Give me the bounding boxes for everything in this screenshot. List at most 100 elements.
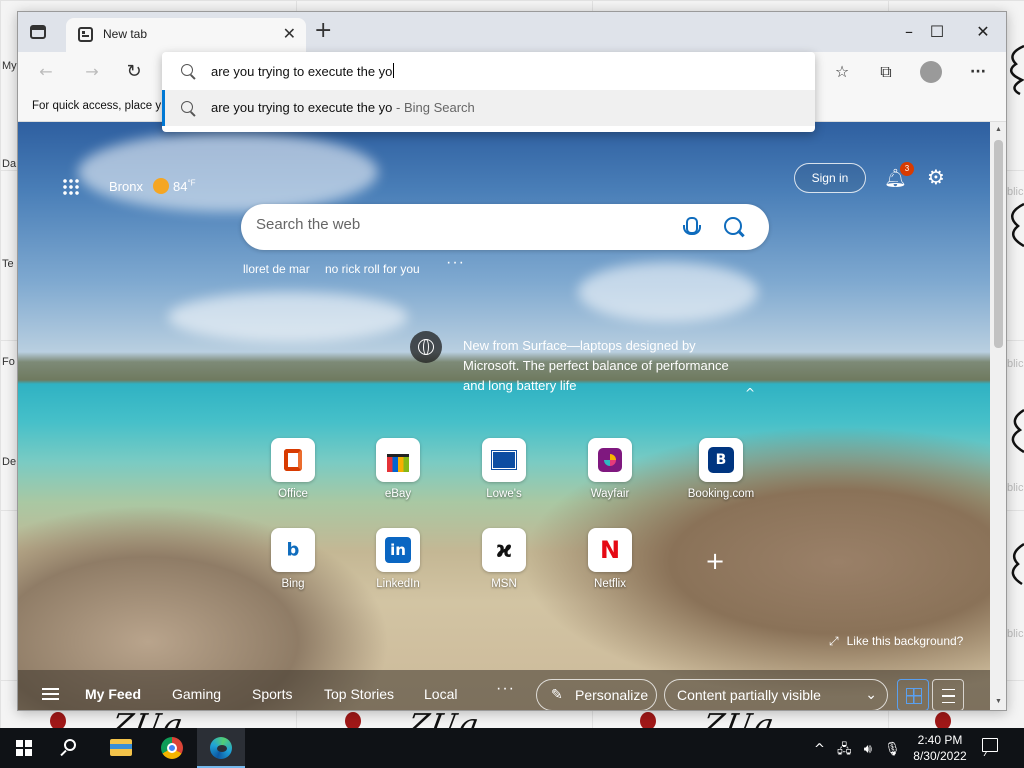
weather-location: Bronx bbox=[109, 179, 143, 194]
microphone-icon[interactable]: 🎙︎ bbox=[884, 742, 901, 757]
new-tab-page: Bronx 84°F Sign in 🔔︎3 ⚙ lloret de mar no… bbox=[18, 122, 990, 710]
zug-drawing: ZUg bbox=[108, 708, 187, 728]
tab-actions-icon[interactable] bbox=[30, 25, 46, 39]
feed-tab-my-feed[interactable]: My Feed bbox=[85, 686, 141, 702]
sign-in-button[interactable]: Sign in bbox=[794, 163, 866, 193]
stamp-drawing bbox=[640, 712, 656, 728]
feed-tab-gaming[interactable]: Gaming bbox=[172, 686, 221, 702]
close-window-icon[interactable]: ✕ bbox=[968, 20, 998, 44]
forward-arrow-icon[interactable]: → bbox=[80, 60, 104, 84]
windows-taskbar: ^ 🖧︎ 🔊︎ 🎙︎ 2:40 PM 8/30/2022 bbox=[0, 728, 1024, 768]
settings-more-icon[interactable]: ··· bbox=[966, 60, 990, 84]
web-search-box[interactable] bbox=[241, 204, 769, 250]
more-feed-tabs-icon[interactable]: ··· bbox=[496, 680, 515, 698]
background-cloud bbox=[578, 262, 758, 322]
feed-tab-sports[interactable]: Sports bbox=[252, 686, 292, 702]
content-visibility-dropdown[interactable]: Content partially visible ⌄ bbox=[664, 679, 888, 710]
promo-text[interactable]: New from Surface—laptops designed by Mic… bbox=[463, 336, 733, 396]
chrome-button[interactable] bbox=[148, 728, 196, 768]
quick-link-wayfair[interactable]: Wayfair bbox=[580, 438, 640, 500]
scroll-down-icon[interactable]: ▼ bbox=[993, 698, 1004, 705]
favorites-bar-hint: For quick access, place y bbox=[32, 100, 162, 112]
stamp-drawing bbox=[935, 712, 951, 728]
close-tab-icon[interactable]: ✕ bbox=[283, 24, 296, 44]
list-layout-icon[interactable] bbox=[932, 679, 964, 710]
minimize-icon[interactable]: – bbox=[894, 20, 924, 44]
vertical-scrollbar[interactable]: ▲ ▼ bbox=[990, 122, 1006, 710]
show-hidden-icons-chevron-icon[interactable]: ^ bbox=[814, 742, 825, 757]
like-background-label: Like this background? bbox=[846, 634, 964, 648]
clock[interactable]: 2:40 PM 8/30/2022 bbox=[910, 732, 970, 764]
desktop-label: De bbox=[2, 456, 17, 468]
background-cloud bbox=[78, 132, 378, 212]
quick-link-booking[interactable]: B Booking.com bbox=[686, 438, 756, 500]
desktop-label: Fo bbox=[2, 356, 15, 368]
address-bar-dropdown[interactable]: are you trying to execute the yo are you… bbox=[162, 52, 815, 132]
edge-browser-window: New tab ✕ + – ☐ ✕ ← → ↻ ☆ ⧉ ··· For quic… bbox=[17, 11, 1007, 711]
tab-new-tab[interactable]: New tab ✕ bbox=[66, 18, 306, 52]
content-visibility-label: Content partially visible bbox=[677, 687, 821, 703]
quick-link-label: MSN bbox=[491, 578, 517, 590]
action-center-icon[interactable] bbox=[982, 738, 998, 752]
address-bar[interactable]: are you trying to execute the yo bbox=[162, 52, 815, 90]
feed-tab-top-stories[interactable]: Top Stories bbox=[324, 686, 394, 702]
like-background-link[interactable]: ⤢ Like this background? bbox=[829, 634, 963, 649]
maximize-icon[interactable]: ☐ bbox=[922, 20, 952, 44]
search-input[interactable] bbox=[256, 216, 656, 233]
desktop-word: blic bbox=[1007, 186, 1024, 198]
quick-link-label: Wayfair bbox=[590, 488, 630, 500]
file-explorer-button[interactable] bbox=[98, 728, 146, 768]
notifications-bell-icon[interactable]: 🔔︎ 3 bbox=[884, 162, 914, 189]
profile-avatar[interactable] bbox=[920, 60, 944, 84]
weather-widget[interactable]: Bronx 84°F bbox=[109, 178, 196, 194]
quick-link-linkedin[interactable]: in LinkedIn bbox=[368, 528, 428, 590]
scrollbar-thumb[interactable] bbox=[994, 140, 1003, 348]
add-shortcut-plus-icon[interactable]: + bbox=[705, 547, 725, 575]
more-trending-icon[interactable]: ··· bbox=[446, 254, 465, 272]
clock-date: 8/30/2022 bbox=[913, 749, 967, 763]
background-cloud bbox=[168, 292, 408, 342]
address-input[interactable]: are you trying to execute the yo bbox=[211, 63, 395, 79]
microphone-icon[interactable] bbox=[680, 217, 701, 239]
trending-search-link[interactable]: lloret de mar bbox=[243, 262, 310, 276]
quick-link-bing[interactable]: b Bing bbox=[263, 528, 323, 590]
linkedin-icon: in bbox=[376, 528, 420, 572]
quick-link-label: Lowe's bbox=[486, 488, 522, 500]
favorites-star-icon[interactable]: ☆ bbox=[830, 60, 854, 84]
trending-search-link[interactable]: no rick roll for you bbox=[325, 262, 420, 276]
feed-tab-local[interactable]: Local bbox=[424, 686, 457, 702]
start-button[interactable] bbox=[0, 728, 48, 768]
quick-link-office[interactable]: Office bbox=[263, 438, 323, 500]
suggestion-item[interactable]: are you trying to execute the yo - Bing … bbox=[162, 90, 815, 126]
edge-button[interactable] bbox=[197, 728, 245, 768]
quick-link-netflix[interactable]: N Netflix bbox=[580, 528, 640, 590]
back-arrow-icon[interactable]: ← bbox=[34, 60, 58, 84]
volume-icon[interactable]: 🔊︎ bbox=[864, 742, 872, 757]
refresh-icon[interactable]: ↻ bbox=[122, 60, 146, 84]
page-settings-gear-icon[interactable]: ⚙ bbox=[927, 165, 945, 189]
quick-link-label: Netflix bbox=[594, 578, 626, 590]
desktop-label: Da bbox=[2, 158, 17, 170]
new-tab-plus-icon[interactable]: + bbox=[314, 20, 332, 42]
search-submit-icon[interactable] bbox=[723, 216, 745, 238]
taskbar-search-button[interactable] bbox=[48, 728, 96, 768]
quick-link-ebay[interactable]: eBay bbox=[368, 438, 428, 500]
bing-icon: b bbox=[271, 528, 315, 572]
app-launcher-icon[interactable] bbox=[62, 178, 80, 196]
scroll-up-icon[interactable]: ▲ bbox=[993, 126, 1004, 133]
menu-hamburger-icon[interactable] bbox=[42, 688, 59, 700]
search-icon bbox=[64, 739, 76, 751]
personalize-label: Personalize bbox=[575, 687, 649, 703]
tab-title: New tab bbox=[103, 27, 148, 41]
quick-link-lowes[interactable]: Lowe's bbox=[474, 438, 534, 500]
grid-layout-icon[interactable] bbox=[897, 679, 929, 710]
collections-icon[interactable]: ⧉ bbox=[874, 60, 898, 84]
suggestion-text: are you trying to execute the yo - Bing … bbox=[211, 100, 475, 115]
lowes-icon bbox=[482, 438, 526, 482]
quick-link-msn[interactable]: ϰ MSN bbox=[474, 528, 534, 590]
network-icon[interactable]: 🖧︎ bbox=[837, 742, 852, 757]
personalize-button[interactable]: ✎ Personalize bbox=[536, 679, 657, 710]
office-icon bbox=[271, 438, 315, 482]
desktop-label: My bbox=[2, 60, 17, 72]
chevron-up-icon[interactable]: ^ bbox=[745, 386, 755, 400]
